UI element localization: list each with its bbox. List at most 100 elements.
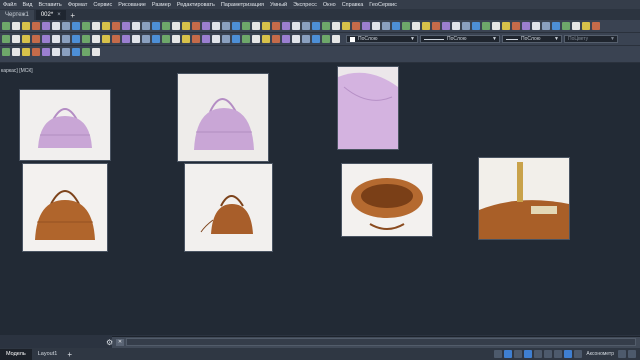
toolbar-icon[interactable]	[32, 35, 40, 43]
toolbar-icon[interactable]	[282, 22, 290, 30]
menu-item-9[interactable]: Умный	[267, 2, 290, 8]
toolbar-icon[interactable]	[82, 22, 90, 30]
toolbar-icon[interactable]	[22, 22, 30, 30]
toolbar-icon[interactable]	[102, 22, 110, 30]
toolbar-icon[interactable]	[282, 35, 290, 43]
toolbar-icon[interactable]	[32, 48, 40, 56]
toolbar-icon[interactable]	[142, 22, 150, 30]
add-layout-plus-icon[interactable]: +	[67, 350, 72, 359]
toolbar-icon[interactable]	[242, 35, 250, 43]
menu-item-5[interactable]: Рисование	[115, 2, 149, 8]
menu-item-1[interactable]: Вид	[20, 2, 36, 8]
toolbar-icon[interactable]	[332, 22, 340, 30]
toolbar-icon[interactable]	[292, 35, 300, 43]
snap-icon[interactable]	[504, 350, 513, 358]
color-dropdown[interactable]: ПоСлою ▼	[346, 35, 418, 43]
toolbar-icon[interactable]	[322, 22, 330, 30]
toolbar-icon[interactable]	[12, 48, 20, 56]
grid-icon[interactable]	[494, 350, 503, 358]
toolbar-icon[interactable]	[232, 35, 240, 43]
menu-item-8[interactable]: Параметризация	[218, 2, 267, 8]
toolbar-icon[interactable]	[582, 22, 590, 30]
toolbar-icon[interactable]	[502, 22, 510, 30]
toolbar-icon[interactable]	[12, 22, 20, 30]
polar-icon[interactable]	[524, 350, 533, 358]
toolbar-icon[interactable]	[212, 22, 220, 30]
toolbar-icon[interactable]	[342, 22, 350, 30]
toolbar-icon[interactable]	[72, 48, 80, 56]
toolbar-icon[interactable]	[132, 35, 140, 43]
selection-icon[interactable]	[564, 350, 573, 358]
workspace-gear-icon[interactable]	[618, 350, 626, 358]
toolbar-icon[interactable]	[52, 48, 60, 56]
toolbar-icon[interactable]	[412, 22, 420, 30]
toolbar-icon[interactable]	[252, 35, 260, 43]
toolbar-icon[interactable]	[302, 35, 310, 43]
drawing-canvas[interactable]: каркас] [МСК]	[0, 63, 640, 335]
toolbar-icon[interactable]	[132, 22, 140, 30]
toolbar-icon[interactable]	[92, 48, 100, 56]
toolbar-icon[interactable]	[432, 22, 440, 30]
toolbar-icon[interactable]	[592, 22, 600, 30]
menu-item-4[interactable]: Сервис	[90, 2, 115, 8]
toolbar-icon[interactable]	[12, 35, 20, 43]
menu-item-6[interactable]: Размер	[149, 2, 174, 8]
toolbar-icon[interactable]	[572, 22, 580, 30]
toolbar-icon[interactable]	[222, 35, 230, 43]
toolbar-icon[interactable]	[352, 22, 360, 30]
transparency-icon[interactable]	[554, 350, 563, 358]
lineweight-icon[interactable]	[544, 350, 553, 358]
toolbar-icon[interactable]	[52, 22, 60, 30]
image-brown-bag-strap[interactable]	[184, 163, 273, 252]
toolbar-icon[interactable]	[332, 35, 340, 43]
toolbar-icon[interactable]	[462, 22, 470, 30]
menu-item-2[interactable]: Вставить	[35, 2, 64, 8]
toolbar-icon[interactable]	[172, 22, 180, 30]
toolbar-icon[interactable]	[212, 35, 220, 43]
toolbar-icon[interactable]	[62, 22, 70, 30]
toolbar-icon[interactable]	[62, 35, 70, 43]
toolbar-icon[interactable]	[172, 35, 180, 43]
toolbar-icon[interactable]	[122, 35, 130, 43]
command-input[interactable]	[126, 338, 636, 346]
toolbar-icon[interactable]	[252, 22, 260, 30]
toolbar-icon[interactable]	[372, 22, 380, 30]
toolbar-icon[interactable]	[72, 35, 80, 43]
menu-item-12[interactable]: Справка	[339, 2, 367, 8]
toolbar-icon[interactable]	[162, 22, 170, 30]
toolbar-icon[interactable]	[102, 35, 110, 43]
toolbar-icon[interactable]	[182, 22, 190, 30]
image-brown-bag-front[interactable]	[22, 163, 108, 252]
image-lilac-bag-front[interactable]	[19, 89, 111, 161]
toolbar-icon[interactable]	[2, 35, 10, 43]
toolbar-icon[interactable]	[112, 22, 120, 30]
toolbar-icon[interactable]	[152, 22, 160, 30]
toolbar-icon[interactable]	[562, 22, 570, 30]
annotation-scale[interactable]: Аксонометр	[584, 351, 616, 357]
gear-icon[interactable]: ⚙	[106, 338, 115, 347]
toolbar-icon[interactable]	[272, 22, 280, 30]
tab-layout1[interactable]: Layout1	[32, 349, 64, 360]
tab-model[interactable]: Модель	[0, 348, 32, 360]
toolbar-icon[interactable]	[22, 48, 30, 56]
tab-drawing1[interactable]: Чертеж1	[0, 10, 34, 20]
toolbar-icon[interactable]	[382, 22, 390, 30]
toolbar-icon[interactable]	[2, 22, 10, 30]
image-brown-bag-clasp[interactable]	[478, 157, 570, 240]
toolbar-icon[interactable]	[192, 35, 200, 43]
toolbar-icon[interactable]	[72, 22, 80, 30]
toolbar-icon[interactable]	[2, 48, 10, 56]
toolbar-icon[interactable]	[192, 22, 200, 30]
osnap-icon[interactable]	[534, 350, 543, 358]
menu-item-7[interactable]: Редактировать	[174, 2, 218, 8]
toolbar-icon[interactable]	[202, 22, 210, 30]
toolbar-icon[interactable]	[242, 22, 250, 30]
close-icon[interactable]: ✕	[116, 339, 124, 346]
linetype-dropdown[interactable]: ПоСлою ▼	[420, 35, 500, 43]
toolbar-icon[interactable]	[82, 35, 90, 43]
toolbar-icon[interactable]	[392, 22, 400, 30]
menu-item-0[interactable]: Файл	[0, 2, 20, 8]
toolbar-icon[interactable]	[262, 22, 270, 30]
toolbar-icon[interactable]	[112, 35, 120, 43]
toolbar-icon[interactable]	[202, 35, 210, 43]
